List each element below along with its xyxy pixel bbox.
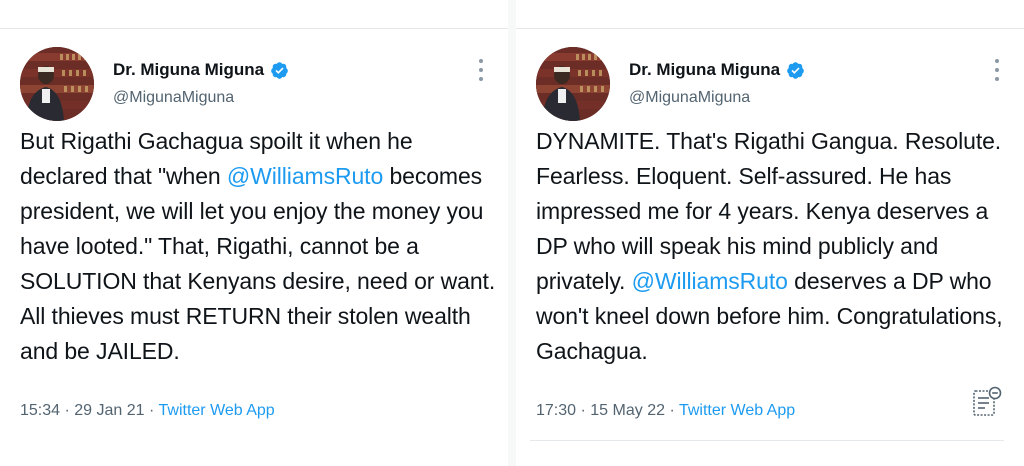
verified-badge-icon <box>271 61 288 79</box>
tweet-time[interactable]: 15:34 <box>20 402 60 419</box>
tweet-card-1[interactable]: Dr. Miguna Miguna @MigunaMiguna But Riga… <box>0 29 508 466</box>
verified-badge-icon <box>787 61 804 79</box>
meta-separator: · <box>669 402 675 419</box>
bottom-divider <box>530 440 1004 441</box>
tweet-meta: 15:34 · 29 Jan 21 · Twitter Web App <box>20 402 275 420</box>
tweet-text: DYNAMITE. That's Rigathi Gangua. Resolut… <box>536 124 1016 369</box>
author-handle[interactable]: @MigunaMiguna <box>629 89 750 107</box>
column-divider <box>508 0 516 466</box>
avatar[interactable] <box>20 47 94 121</box>
tweet-date[interactable]: 29 Jan 21 <box>74 402 144 419</box>
tweet-text: But Rigathi Gachagua spoilt it when he d… <box>20 124 500 369</box>
author-handle[interactable]: @MigunaMiguna <box>113 89 234 107</box>
author-display-name[interactable]: Dr. Miguna Miguna <box>113 60 264 80</box>
tweet-source-link[interactable]: Twitter Web App <box>679 402 795 419</box>
avatar[interactable] <box>536 47 610 121</box>
more-options-icon[interactable] <box>478 59 484 81</box>
author-name-row[interactable]: Dr. Miguna Miguna <box>629 60 805 80</box>
author-name-row[interactable]: Dr. Miguna Miguna <box>113 60 289 80</box>
meta-separator: · <box>64 402 70 419</box>
tweet-source-link[interactable]: Twitter Web App <box>159 402 275 419</box>
tweet-card-2[interactable]: Dr. Miguna Miguna @MigunaMiguna DYNAMITE… <box>516 29 1024 466</box>
author-display-name[interactable]: Dr. Miguna Miguna <box>629 60 780 80</box>
mention-link[interactable]: @WilliamsRuto <box>227 163 383 189</box>
tweet-date[interactable]: 15 May 22 <box>590 402 665 419</box>
notes-minus-icon[interactable] <box>971 386 1003 418</box>
meta-separator: · <box>580 402 586 419</box>
tweet-meta: 17:30 · 15 May 22 · Twitter Web App <box>536 402 795 420</box>
more-options-icon[interactable] <box>994 59 1000 81</box>
mention-link[interactable]: @WilliamsRuto <box>632 268 788 294</box>
meta-separator: · <box>149 402 155 419</box>
tweet-text-segment: becomes president, we will let you enjoy… <box>20 163 496 364</box>
tweet-time[interactable]: 17:30 <box>536 402 576 419</box>
